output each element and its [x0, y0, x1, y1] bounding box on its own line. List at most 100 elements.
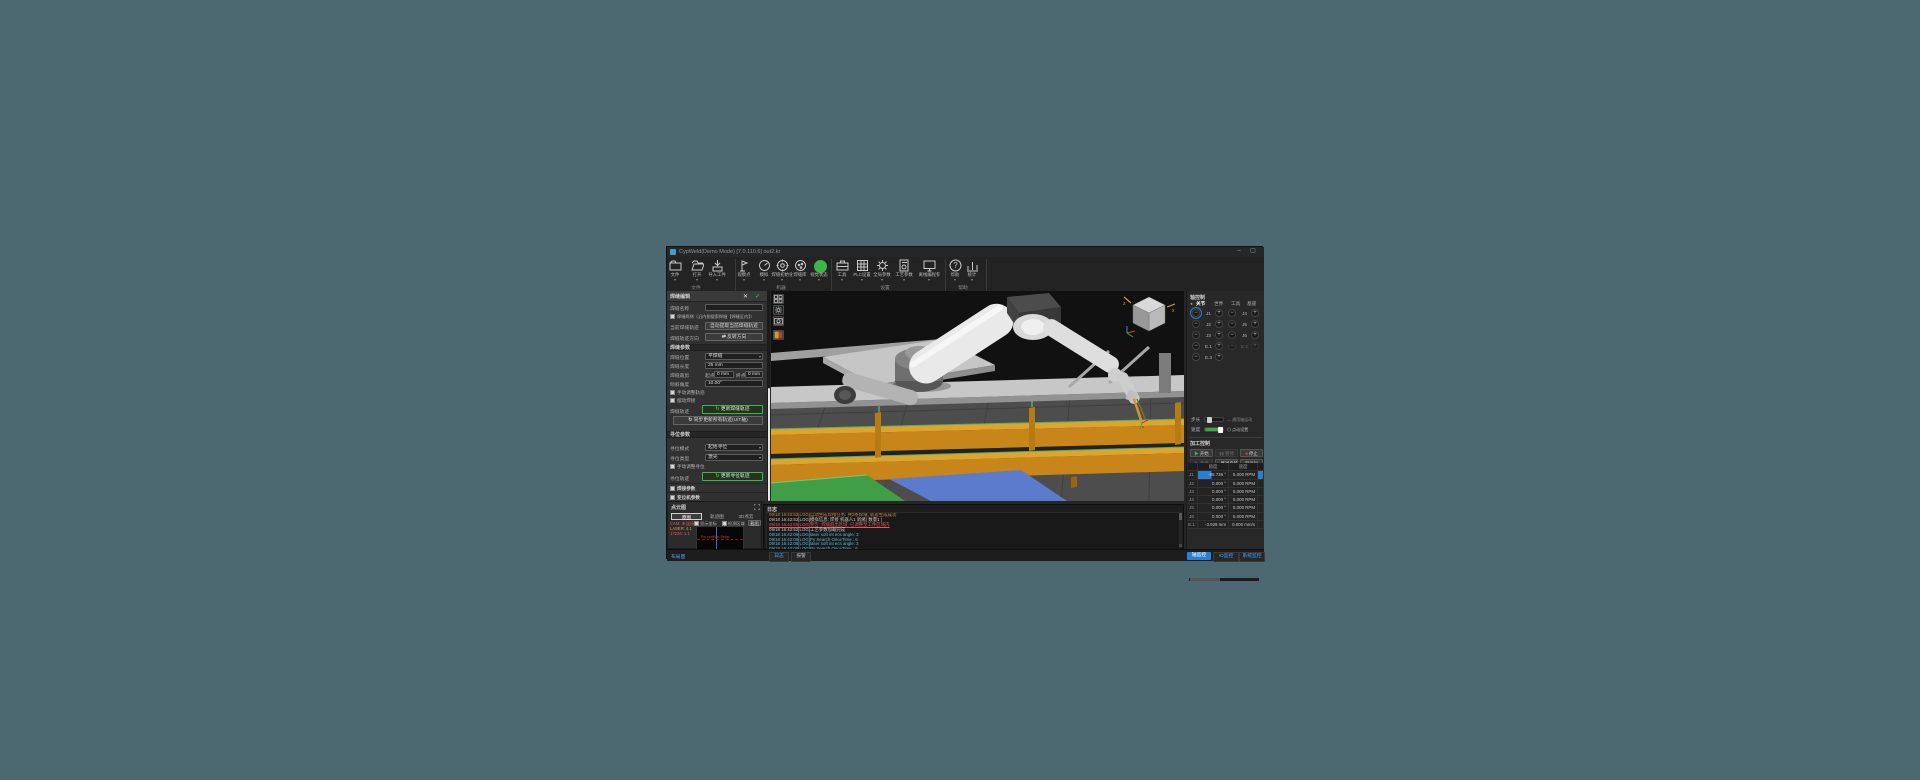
jog-plus-J1[interactable]: +: [1215, 309, 1223, 317]
toolbar-button-process-params[interactable]: 工艺参数 ▾: [893, 259, 915, 283]
toolbar-button-global-params[interactable]: 全局参数 ▾: [871, 259, 893, 283]
toolbar-button-viewpoint[interactable]: 观察点 ▾: [733, 259, 755, 283]
jog-minus-J6[interactable]: −: [1228, 331, 1236, 339]
viewport-3d[interactable]: z x: [771, 291, 1184, 501]
chevron-down-icon: ▾: [742, 277, 745, 282]
speed-slider[interactable]: [1204, 427, 1224, 433]
jog-minus-E.1[interactable]: −: [1192, 342, 1200, 350]
seam-name-input[interactable]: [705, 304, 763, 311]
axis-monitor-table: 角度 速度 J1 -95.736 ° 5.000 RPM J2 0.000 ° 5.000 R…: [1188, 463, 1264, 530]
crosshair-horizontal: [697, 539, 743, 540]
jog-mode-工具[interactable]: 工具: [1231, 301, 1240, 307]
toolbar-button-folder-open[interactable]: 打开 ▾: [686, 259, 708, 283]
alarm-tab-button[interactable]: 报警: [791, 551, 811, 562]
monitor-row-J4[interactable]: J4 0.000 ° 5.000 RPM: [1188, 496, 1264, 505]
jog-minus-J1[interactable]: −: [1190, 307, 1202, 319]
jog-minus-J5[interactable]: −: [1228, 320, 1236, 328]
log-body[interactable]: 09/18 16:42:52[LOG]自动生成焊接任务: 共2条焊缝, 轨迹生成…: [766, 512, 1180, 550]
monitor-cell: 0.000 °: [1198, 487, 1229, 496]
view-settings-icon[interactable]: [773, 305, 784, 315]
log-scrollbar[interactable]: [1179, 512, 1182, 548]
jog-axis-label: E.1: [1205, 344, 1212, 349]
jog-plus-J6[interactable]: +: [1251, 331, 1259, 339]
toolbar-button-folder[interactable]: 文件 ▾: [664, 259, 686, 283]
close-icon[interactable]: ✕: [743, 293, 748, 300]
monitor-row-J5[interactable]: J5 0.000 ° 5.000 RPM: [1188, 504, 1264, 513]
seam-side-checkbox[interactable]: [670, 314, 675, 319]
jog-minus-E.2[interactable]: −: [1228, 342, 1236, 350]
monitor-row-E.1[interactable]: E.1 -3.929 mm 0.000 mm/s: [1188, 521, 1264, 530]
monitor-row-J3[interactable]: J3 0.000 ° 5.000 RPM: [1188, 487, 1264, 497]
maximize-button[interactable]: ▢: [1247, 247, 1259, 256]
view-grid-icon[interactable]: [773, 294, 784, 304]
toolbar-button-plc[interactable]: PLC设置 ▾: [851, 259, 873, 283]
locate-mode-select[interactable]: 起始寻位 ▾: [705, 444, 763, 451]
jog-plus-E.3[interactable]: +: [1215, 353, 1223, 361]
jog-mode-基座[interactable]: 基座: [1247, 301, 1256, 307]
auto-extract-button[interactable]: 自动提取当前焊缝轨迹: [705, 322, 763, 330]
monitor-tab-IO监控[interactable]: IO监控: [1213, 551, 1239, 562]
monitor-cell: 5.000 RPM: [1229, 471, 1258, 479]
log-tab-button[interactable]: 日志: [769, 551, 789, 562]
monitor-row-J6[interactable]: J6 0.000 ° 5.000 RPM: [1188, 512, 1264, 522]
expand-icon[interactable]: [754, 504, 760, 510]
monitor-row-J2[interactable]: J2 0.000 ° 5.000 RPM: [1188, 479, 1264, 488]
jog-minus-J3[interactable]: −: [1192, 331, 1200, 339]
positioner-params-collapse-box[interactable]: [670, 495, 675, 500]
toolbar-button-stats[interactable]: 统计 ▾: [961, 259, 983, 283]
run-button-停止[interactable]: ■ 停止: [1240, 449, 1263, 457]
update-seam-track-button[interactable]: ↻ 更新焊缝轨迹: [702, 405, 763, 414]
preview-tab-0[interactable]: 原图: [671, 513, 702, 520]
seam-length-input[interactable]: 25 mm: [705, 362, 763, 369]
jog-plus-J4[interactable]: +: [1251, 309, 1259, 317]
jog-minus-J2[interactable]: −: [1192, 320, 1200, 328]
render-mode-icon[interactable]: [773, 330, 784, 340]
chevron-down-icon: ▾: [695, 277, 698, 282]
step-slider[interactable]: [1204, 417, 1224, 423]
modes-collapse-icon[interactable]: ◂: [1190, 301, 1192, 307]
run-button-暂停[interactable]: ▮▮ 暂停: [1215, 449, 1238, 457]
toolbar-button-offline-params[interactable]: 离线编程参数▾: [918, 259, 940, 283]
layout-view-toggle[interactable]: 布局图: [671, 553, 685, 560]
camera-capture-icon[interactable]: [773, 316, 784, 326]
left-scrollbar-thumb[interactable]: [767, 388, 770, 501]
confirm-icon[interactable]: ✓: [755, 293, 760, 300]
jog-settings-link[interactable]: ◎ 点动设置: [1227, 427, 1248, 433]
sync-all-tracks-button[interactable]: ↻ 同步更新所有轨迹(U/T轴): [673, 416, 763, 425]
manual-adjust-checkbox[interactable]: [670, 390, 675, 395]
weave-checkbox[interactable]: [670, 398, 675, 403]
run-button-开始[interactable]: ▶ 开始: [1190, 449, 1213, 457]
jog-plus-J2[interactable]: +: [1215, 320, 1223, 328]
jog-mode-关节[interactable]: 关节: [1196, 301, 1205, 307]
monitor-tab-轴监控[interactable]: 轴监控: [1187, 551, 1211, 560]
monitor-cell: [1258, 471, 1264, 479]
jog-plus-J5[interactable]: +: [1251, 320, 1259, 328]
toolbar-button-import-part[interactable]: 导入工件 ▾: [706, 259, 728, 283]
preview-tab-1[interactable]: 轨迹图: [704, 513, 730, 520]
show-coords-checkbox[interactable]: [694, 521, 699, 526]
jog-plus-J3[interactable]: +: [1215, 331, 1223, 339]
capture-button[interactable]: 截图: [748, 520, 761, 526]
jog-minus-J4[interactable]: −: [1228, 309, 1236, 317]
locate-manual-checkbox[interactable]: [670, 464, 675, 469]
jog-mode-世界[interactable]: 世界: [1214, 301, 1223, 307]
trim-end-input[interactable]: 0 mm: [745, 371, 763, 378]
weld-params-collapse-box[interactable]: [670, 486, 675, 491]
toolbar-button-toolbox[interactable]: 工具 ▾: [831, 259, 853, 283]
jog-plus-E.1[interactable]: +: [1215, 342, 1223, 350]
locate-type-select[interactable]: 激光 ▾: [705, 454, 763, 461]
monitor-hscrollbar[interactable]: [1189, 578, 1259, 581]
minimize-button[interactable]: –: [1233, 247, 1245, 256]
update-locate-track-button[interactable]: ↻ 更新寻位轨迹: [702, 472, 763, 481]
seam-position-select[interactable]: 平焊缝 ▾: [705, 353, 763, 360]
jog-plus-E.2[interactable]: +: [1251, 342, 1259, 350]
detect-region-checkbox[interactable]: [722, 521, 727, 526]
tilt-angle-input[interactable]: 10.00°: [705, 380, 763, 387]
toolbar-button-vision-status[interactable]: 视觉状态 ▾: [808, 259, 830, 283]
trim-start-input[interactable]: 0 mm: [714, 371, 734, 378]
monitor-tab-系统监控[interactable]: 系统监控: [1239, 551, 1265, 562]
monitor-row-J1[interactable]: J1 -95.736 ° 5.000 RPM: [1188, 471, 1264, 480]
preview-tab-2[interactable]: 3D点云: [732, 513, 760, 520]
jog-minus-E.3[interactable]: −: [1192, 353, 1200, 361]
reverse-direction-button[interactable]: ⇄ 反转方向: [705, 333, 763, 341]
